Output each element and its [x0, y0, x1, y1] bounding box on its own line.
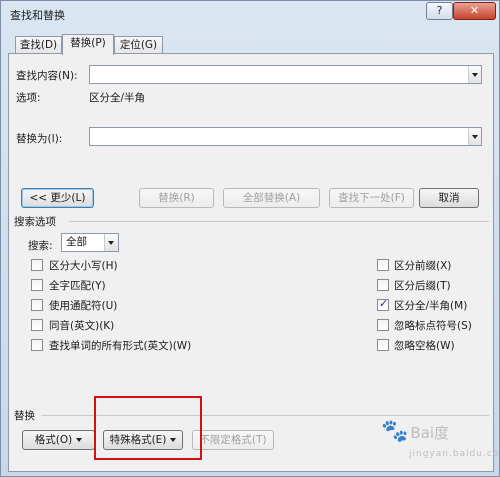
find-what-label: 查找内容(N): — [16, 70, 78, 82]
help-icon: ? — [436, 4, 443, 17]
window-title: 查找和替换 — [10, 9, 65, 22]
search-direction-value: 全部 — [66, 236, 87, 248]
chevron-down-icon[interactable] — [104, 234, 118, 251]
options-label: 选项: — [16, 92, 41, 104]
match-prefix-label[interactable]: 区分前缀(X) — [394, 258, 451, 273]
match-suffix-label[interactable]: 区分后缀(T) — [394, 278, 451, 293]
search-direction-label: 搜索: — [28, 240, 53, 252]
chevron-down-icon — [76, 438, 83, 442]
chevron-down-icon[interactable] — [468, 128, 481, 145]
match-case-label[interactable]: 区分大小写(H) — [49, 258, 118, 273]
checkbox-wildcards[interactable] — [31, 299, 43, 311]
checkbox-ignore-punctuation[interactable] — [377, 319, 389, 331]
title-bar[interactable]: 查找和替换 ? ✕ — [1, 1, 499, 27]
match-width-label[interactable]: 区分全/半角(M) — [394, 298, 467, 313]
watermark: 🐾 Bai度 jingyan.baidu.com — [381, 419, 500, 469]
no-formatting-button[interactable]: 不限定格式(T) — [192, 430, 274, 450]
checkbox-match-width[interactable] — [377, 297, 389, 311]
checkbox-match-prefix[interactable] — [377, 259, 389, 271]
close-icon: ✕ — [469, 4, 480, 17]
replace-all-button[interactable]: 全部替换(A) — [223, 188, 320, 208]
ignore-punctuation-label[interactable]: 忽略标点符号(S) — [394, 318, 472, 333]
highlight-annotation — [94, 396, 202, 460]
checkbox-ignore-spaces[interactable] — [377, 339, 389, 351]
checkbox-sounds-like[interactable] — [31, 319, 43, 331]
find-what-input[interactable] — [89, 65, 482, 84]
checkbox-all-word-forms[interactable] — [31, 339, 43, 351]
ignore-spaces-label[interactable]: 忽略空格(W) — [394, 338, 455, 353]
all-word-forms-label[interactable]: 查找单词的所有形式(英文)(W) — [49, 338, 191, 353]
chevron-down-icon[interactable] — [468, 66, 481, 83]
tab-goto[interactable]: 定位(G) — [114, 36, 163, 54]
replace-with-input[interactable] — [89, 127, 482, 146]
cancel-button[interactable]: 取消 — [419, 188, 479, 208]
tab-find[interactable]: 查找(D) — [15, 36, 62, 54]
find-replace-dialog: 查找和替换 ? ✕ 查找(D) 替换(P) 定位(G) 查找内容(N): 选项:… — [0, 0, 500, 477]
whole-word-label[interactable]: 全字匹配(Y) — [49, 278, 106, 293]
wildcards-label[interactable]: 使用通配符(U) — [49, 298, 117, 313]
tab-replace[interactable]: 替换(P) — [62, 34, 114, 55]
watermark-sub: jingyan.baidu.com — [409, 449, 500, 459]
sounds-like-label[interactable]: 同音(英文)(K) — [49, 318, 114, 333]
replace-button[interactable]: 替换(R) — [139, 188, 214, 208]
divider — [69, 221, 489, 222]
checkbox-whole-word[interactable] — [31, 279, 43, 291]
checkbox-match-case[interactable] — [31, 259, 43, 271]
search-options-heading: 搜索选项 — [14, 216, 56, 228]
replace-section-heading: 替换 — [14, 410, 35, 422]
format-button-label: 格式(O) — [34, 434, 73, 446]
less-button[interactable]: << 更少(L) — [21, 188, 94, 208]
search-direction-select[interactable]: 全部 — [61, 233, 119, 252]
tab-panel-replace: 查找内容(N): 选项: 区分全/半角 替换为(I): << 更少(L) 替换(… — [8, 53, 494, 472]
replace-with-label: 替换为(I): — [16, 133, 63, 145]
watermark-text: Bai度 — [410, 424, 450, 442]
close-button[interactable]: ✕ — [453, 2, 496, 20]
paw-icon: 🐾 — [381, 419, 409, 444]
options-value: 区分全/半角 — [89, 92, 146, 104]
format-button[interactable]: 格式(O) — [22, 430, 95, 450]
checkbox-match-suffix[interactable] — [377, 279, 389, 291]
help-button[interactable]: ? — [426, 2, 453, 20]
find-next-button[interactable]: 查找下一处(F) — [329, 188, 414, 208]
